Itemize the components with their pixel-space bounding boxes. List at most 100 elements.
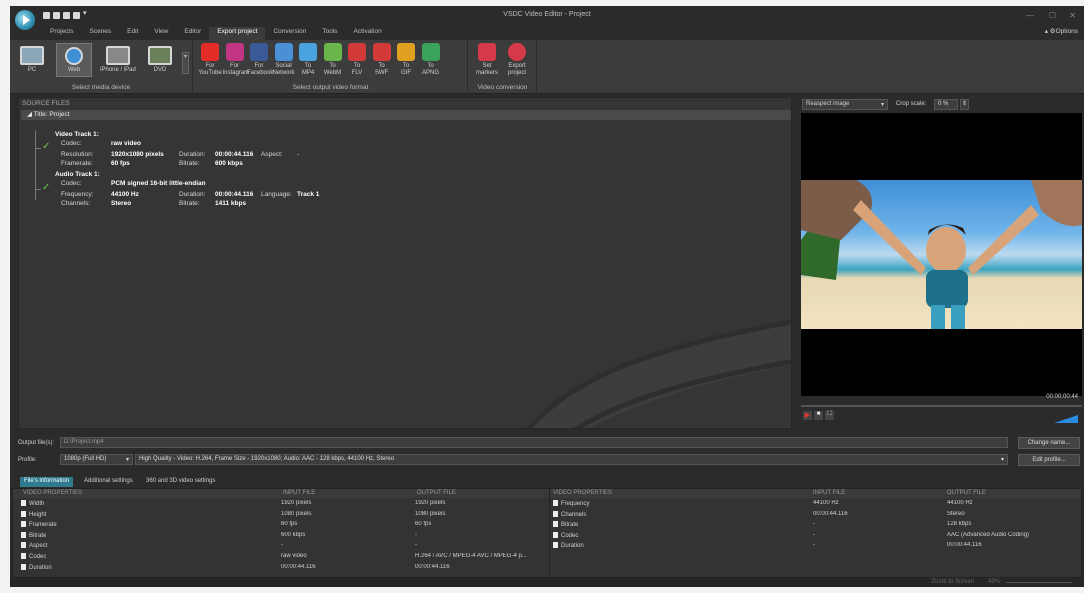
menu-view[interactable]: View xyxy=(146,27,176,40)
edit-profile-button[interactable]: Edit profile... xyxy=(1018,454,1080,466)
framerate-label: Framerate: xyxy=(61,160,93,167)
timeline-slider[interactable] xyxy=(801,405,1082,407)
tab-additional-settings[interactable]: Additional settings xyxy=(80,477,137,487)
output-path-field[interactable]: D:\Project.mp4 xyxy=(60,437,1008,448)
device-dvd-button[interactable]: DVD xyxy=(142,43,178,77)
table-cell: Channels xyxy=(553,510,803,518)
table-row[interactable]: Duration - 00:00:44.116 xyxy=(13,542,1081,552)
play-icon[interactable]: ▶ xyxy=(803,411,812,420)
column-header: VIDEO PROPERTIES xyxy=(23,490,82,496)
format-icon xyxy=(250,43,268,61)
export-icon xyxy=(508,43,526,61)
table-cell: Codec xyxy=(553,531,803,539)
app-window: ▾ VSDC Video Editor - Project — ☐ ✕ Proj… xyxy=(10,6,1084,587)
format-button-3[interactable]: Social Network xyxy=(272,43,296,76)
table-cell: Stereo xyxy=(947,510,965,517)
menu-bar: Projects Scenes Edit View Editor Export … xyxy=(42,27,390,40)
format-button-5[interactable]: To WebM xyxy=(321,43,345,76)
devices-scroll-icon[interactable]: ▾ xyxy=(182,52,189,74)
options-button[interactable]: ▴ ⚙Options xyxy=(1045,27,1078,35)
volume-icon[interactable] xyxy=(1054,415,1078,423)
column-header: OUTPUT FILE xyxy=(947,490,986,496)
dropdown-arrow-icon: ▾ xyxy=(880,102,884,108)
format-button-2[interactable]: For Facebook xyxy=(247,43,273,76)
resolution-label: Resolution: xyxy=(61,151,94,158)
property-icon xyxy=(553,521,558,528)
audio-track-label: Audio Track 1: xyxy=(55,171,100,178)
fullscreen-icon[interactable]: ⛶ xyxy=(825,411,834,420)
format-icon xyxy=(421,43,440,61)
table-row[interactable]: Codec - AAC (Advanced Audio Coding) xyxy=(13,531,1081,542)
format-button-7[interactable]: To SWF xyxy=(370,43,394,76)
resize-mode-select[interactable]: Reaspect image ▾ xyxy=(802,99,888,110)
export-settings-panel: Output file(s): D:\Project.mp4 Change na… xyxy=(10,433,1084,587)
crop-spinner-icon[interactable]: ⇕ xyxy=(960,99,969,110)
project-tree-row[interactable]: ◢ Title: Project xyxy=(21,110,791,120)
crop-scale-input[interactable]: 0 % xyxy=(934,99,958,110)
format-button-4[interactable]: To MP4 xyxy=(296,43,320,76)
format-button-6[interactable]: To FLV xyxy=(345,43,369,76)
output-files-label: Output file(s): xyxy=(18,440,55,446)
audio-duration-value: 00:00:44.116 xyxy=(215,191,254,198)
format-icon xyxy=(372,43,391,61)
maximize-icon[interactable]: ☐ xyxy=(1049,11,1056,20)
menu-tools[interactable]: Tools xyxy=(314,27,345,40)
zoom-label: Zoom to Screen xyxy=(931,579,974,585)
zoom-slider[interactable] xyxy=(1006,582,1072,583)
menu-conversion[interactable]: Conversion xyxy=(265,27,314,40)
table-cell: 128 kbps xyxy=(947,521,972,528)
menu-export-project[interactable]: Export project xyxy=(209,27,266,40)
menu-activation[interactable]: Activation xyxy=(346,27,390,40)
menu-edit[interactable]: Edit xyxy=(119,27,146,40)
collapse-triangle-icon[interactable]: ◢ xyxy=(27,111,34,118)
menu-scenes[interactable]: Scenes xyxy=(81,27,119,40)
app-title: VSDC Video Editor - Project xyxy=(503,11,591,18)
preview-screen xyxy=(801,113,1082,396)
profile-description-select[interactable]: High Quality - Video: H.264, Frame Size … xyxy=(135,454,1008,465)
menu-projects[interactable]: Projects xyxy=(42,27,81,40)
property-icon xyxy=(21,553,26,559)
menu-editor[interactable]: Editor xyxy=(176,27,209,40)
duration-label: Duration: xyxy=(179,151,206,158)
table-cell: 00:00:44.116 xyxy=(947,542,982,549)
format-button-8[interactable]: To GIF xyxy=(394,43,418,76)
codec-label: Codec: xyxy=(61,180,82,187)
change-name-button[interactable]: Change name... xyxy=(1018,437,1080,449)
profile-select[interactable]: 1080p (Full HD) ▾ xyxy=(60,454,133,465)
format-button-1[interactable]: For Instagram xyxy=(223,43,249,76)
table-cell: 44100 Hz xyxy=(947,500,973,506)
table-cell: - xyxy=(813,521,815,528)
dropdown-arrow-icon: ▾ xyxy=(1000,457,1004,463)
video-duration-value: 00:00:44.116 xyxy=(215,151,254,158)
property-icon xyxy=(553,542,558,549)
table-cell: - xyxy=(813,531,815,538)
bitrate-label: Bitrate: xyxy=(179,160,200,167)
table-row[interactable]: Duration 00:00:44.116 00:00:44.116 xyxy=(13,563,1081,574)
table-row[interactable]: Channels 00:00:44.116 Stereo xyxy=(13,510,1081,521)
film-strip-watermark-icon xyxy=(526,319,791,428)
table-cell: Duration xyxy=(553,542,803,549)
device-iphone-button[interactable]: iPhone / iPad xyxy=(96,43,140,77)
table-row[interactable]: Codec raw video H.264 / AVC / MPEG-4 AVC /… xyxy=(13,553,1081,563)
video-codec-value: raw video xyxy=(111,140,141,147)
tab-360-3d-settings[interactable]: 360 and 3D video settings xyxy=(142,477,219,487)
set-markers-button[interactable]: Set markers xyxy=(475,43,499,76)
device-pc-button[interactable]: PC xyxy=(14,43,50,77)
close-icon[interactable]: ✕ xyxy=(1069,11,1076,20)
tab-files-information[interactable]: File's information xyxy=(20,477,74,487)
minimize-icon[interactable]: — xyxy=(1026,11,1034,20)
dropdown-arrow-icon: ▾ xyxy=(125,457,129,463)
audio-codec-value: PCM signed 16-bit little-endian xyxy=(111,180,206,187)
format-button-9[interactable]: To APNG xyxy=(419,43,443,76)
framerate-value: 60 fps xyxy=(111,160,130,167)
device-web-button[interactable]: Web xyxy=(56,43,92,77)
table-row[interactable]: Frequency 44100 Hz 44100 Hz xyxy=(13,500,1081,510)
devices-caption: Select media device xyxy=(71,84,131,91)
format-button-0[interactable]: For YouTube xyxy=(198,43,222,76)
export-project-button[interactable]: Export project xyxy=(505,43,529,76)
profile-label: Profile: xyxy=(18,457,37,463)
table-cell: Bitrate xyxy=(553,521,803,528)
stop-icon[interactable]: ■ xyxy=(814,411,823,420)
property-icon xyxy=(21,563,26,570)
table-row[interactable]: Bitrate - 128 kbps xyxy=(13,521,1081,531)
